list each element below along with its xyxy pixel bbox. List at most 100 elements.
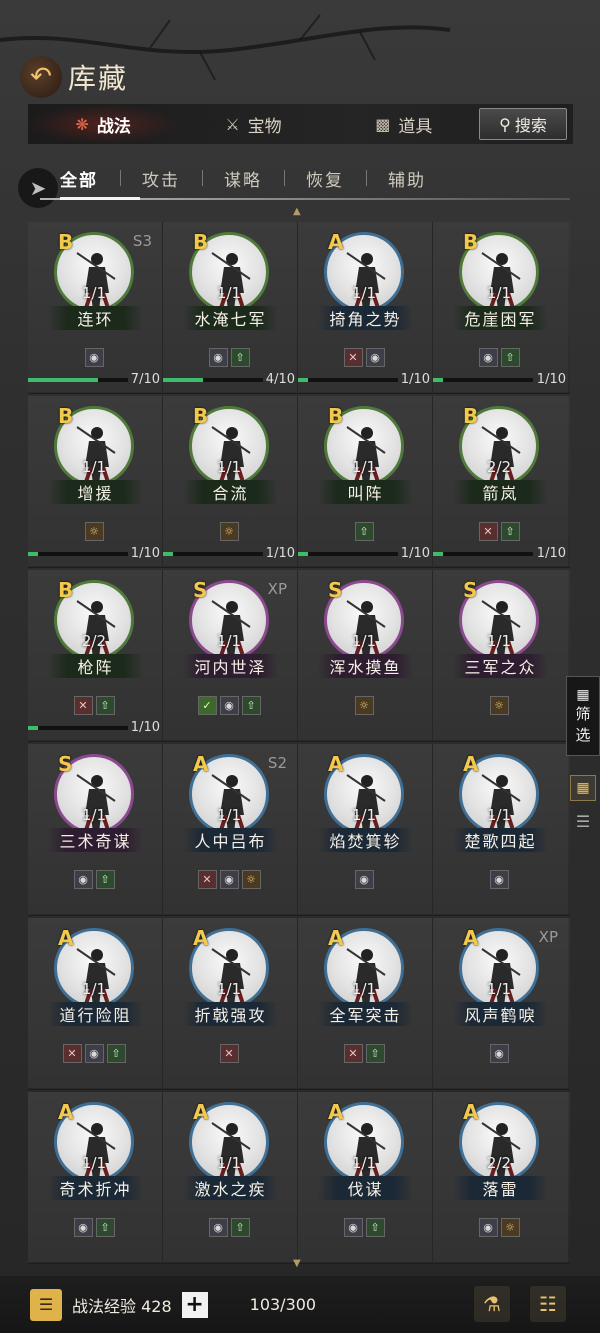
skill-card[interactable]: A 1/1 折戟强攻 ✕ — [163, 918, 298, 1088]
skill-card[interactable]: B 1/1 叫阵 ⇧ 1/10 — [298, 396, 433, 566]
tab-treasure[interactable]: ⚔ 宝物 — [178, 104, 328, 144]
skill-card[interactable]: S 1/1 三军之众 ☼ — [433, 570, 568, 740]
attack-type-icon: ✕ — [343, 1044, 363, 1063]
filter-button[interactable]: ▦ 筛 选 — [566, 676, 600, 756]
strategy-type-icon: ◉ — [219, 696, 239, 715]
attack-type-icon: ✕ — [62, 1044, 82, 1063]
skill-card[interactable]: A 1/1 焰焚箕轸 ◉ — [298, 744, 433, 914]
skill-card[interactable]: B 1/1 合流 ☼ 1/10 — [163, 396, 298, 566]
skill-card[interactable]: A 2/2 落雷 ◉ ☼ — [433, 1092, 568, 1262]
search-label: 搜索 — [514, 116, 547, 135]
copy-count: 1/1 — [81, 458, 107, 476]
strategy-type-icon: ◉ — [73, 1218, 93, 1237]
warrior-silhouette-icon — [346, 948, 386, 1005]
skill-name: 伐谋 — [318, 1176, 413, 1200]
strategy-type-icon: ◉ — [489, 870, 509, 889]
strategy-type-icon: ◉ — [73, 870, 93, 889]
type-icons: ◉ ⇧ — [163, 1218, 295, 1237]
strategy-type-icon: ◉ — [489, 1044, 509, 1063]
type-icons: ☼ — [433, 696, 565, 715]
skill-name: 奇术折冲 — [48, 1176, 143, 1200]
capacity-count: 103/300 — [249, 1295, 317, 1314]
grade-badge: B — [58, 578, 74, 602]
grade-badge: S — [328, 578, 343, 602]
skill-card[interactable]: A 1/1 掎角之势 ✕ ◉ 1/10 — [298, 222, 433, 392]
progress-text: 1/10 — [536, 372, 566, 387]
type-icons: ◉ — [433, 1044, 565, 1063]
tab-items[interactable]: ▩ 道具 — [329, 104, 479, 144]
warrior-silhouette-icon — [76, 600, 116, 657]
skill-card[interactable]: A 1/1 激水之疾 ◉ ⇧ — [163, 1092, 298, 1262]
back-arrow-icon[interactable]: ↶ — [20, 56, 62, 98]
skill-name: 全军突击 — [318, 1002, 413, 1026]
skill-card[interactable]: A 1/1 楚歌四起 ◉ — [433, 744, 568, 914]
scroll-bag-icon[interactable]: ☷ — [530, 1286, 566, 1322]
progress-fill — [298, 378, 308, 382]
skill-name: 楚歌四起 — [453, 828, 548, 852]
type-icons: ⇧ — [298, 522, 430, 541]
scroll-down-icon: ▼ — [293, 1258, 301, 1269]
tab-label: 战法 — [96, 116, 131, 137]
skill-name: 河内世泽 — [183, 654, 278, 678]
skill-card[interactable]: B 2/2 枪阵 ✕ ⇧ 1/10 — [28, 570, 163, 740]
progress-fill — [28, 552, 38, 556]
list-view-icon[interactable]: ☰ — [572, 810, 594, 832]
skill-card[interactable]: S 1/1 三术奇谋 ◉ ⇧ — [28, 744, 163, 914]
skill-row: A 1/1 道行险阻 ✕ ◉ ⇧ A 1/1 折戟强攻 ✕ A 1/1 全军突击 ✕ ⇧ A XP 1/1 风声鹤唳… — [28, 918, 570, 1090]
copy-count: 1/1 — [351, 1154, 377, 1172]
progress-bar — [28, 552, 128, 556]
skill-name: 连环 — [48, 306, 143, 330]
exp-label: 战法经验 428 — [72, 1296, 172, 1316]
subtab-all[interactable]: 全部 — [38, 166, 120, 191]
search-button[interactable]: ⚲ 搜索 — [478, 108, 567, 140]
progress-bar — [163, 378, 263, 382]
buff-type-icon: ⇧ — [95, 870, 115, 889]
grade-badge: A — [463, 1100, 479, 1124]
progress-fill — [28, 726, 38, 730]
skill-card[interactable]: A 1/1 全军突击 ✕ ⇧ — [298, 918, 433, 1088]
copy-count: 1/1 — [81, 806, 107, 824]
add-exp-button[interactable]: + — [181, 1291, 208, 1318]
skill-card[interactable]: S 1/1 浑水摸鱼 ☼ — [298, 570, 433, 740]
skill-card[interactable]: S XP 1/1 河内世泽 ✓ ◉ ⇧ — [163, 570, 298, 740]
skill-card[interactable]: A 1/1 奇术折冲 ◉ ⇧ — [28, 1092, 163, 1262]
warrior-silhouette-icon — [211, 948, 251, 1005]
progress-text: 1/10 — [130, 546, 160, 561]
copy-count: 1/1 — [486, 632, 512, 650]
skill-name: 水淹七军 — [183, 306, 278, 330]
subtab-strategy[interactable]: 谋略 — [202, 166, 284, 191]
skill-name: 三术奇谋 — [48, 828, 143, 852]
grade-badge: A — [193, 1100, 209, 1124]
skill-card[interactable]: B 1/1 水淹七军 ◉ ⇧ 4/10 — [163, 222, 298, 392]
warrior-silhouette-icon — [76, 774, 116, 831]
skill-card[interactable]: A S2 1/1 人中吕布 ✕ ◉ ☼ — [163, 744, 298, 914]
skill-card[interactable]: A 1/1 道行险阻 ✕ ◉ ⇧ — [28, 918, 163, 1088]
copy-count: 1/1 — [486, 980, 512, 998]
skill-name: 合流 — [183, 480, 278, 504]
skill-card[interactable]: B S3 1/1 连环 ◉ 7/10 — [28, 222, 163, 392]
grade-badge: S — [463, 578, 478, 602]
skill-card[interactable]: B 2/2 箭岚 ✕ ⇧ 1/10 — [433, 396, 568, 566]
progress-text: 7/10 — [130, 372, 160, 387]
special-type-icon: ☼ — [500, 1218, 520, 1237]
tab-tactics[interactable]: ❋ 战法 — [28, 104, 179, 144]
type-icons: ◉ — [28, 348, 160, 367]
skill-name: 浑水摸鱼 — [318, 654, 413, 678]
skill-card[interactable]: B 1/1 增援 ☼ 1/10 — [28, 396, 163, 566]
buff-type-icon: ⇧ — [365, 1044, 385, 1063]
subtab-attack[interactable]: 攻击 — [120, 166, 202, 191]
grid-view-icon[interactable]: ▦ — [570, 775, 596, 801]
skill-card[interactable]: A 1/1 伐谋 ◉ ⇧ — [298, 1092, 433, 1262]
special-type-icon: ☼ — [219, 522, 239, 541]
copy-count: 1/1 — [351, 980, 377, 998]
warrior-silhouette-icon — [346, 252, 386, 309]
skill-card[interactable]: B 1/1 危崖困军 ◉ ⇧ 1/10 — [433, 222, 568, 392]
progress-text: 4/10 — [265, 372, 295, 387]
copy-count: 1/1 — [216, 980, 242, 998]
buff-type-icon: ⇧ — [365, 1218, 385, 1237]
subtab-recovery[interactable]: 恢复 — [284, 166, 366, 191]
convert-icon[interactable]: ⚗ — [474, 1286, 510, 1322]
type-icons: ◉ ⇧ — [163, 348, 295, 367]
skill-card[interactable]: A XP 1/1 风声鹤唳 ◉ — [433, 918, 568, 1088]
subtab-support[interactable]: 辅助 — [366, 166, 448, 191]
